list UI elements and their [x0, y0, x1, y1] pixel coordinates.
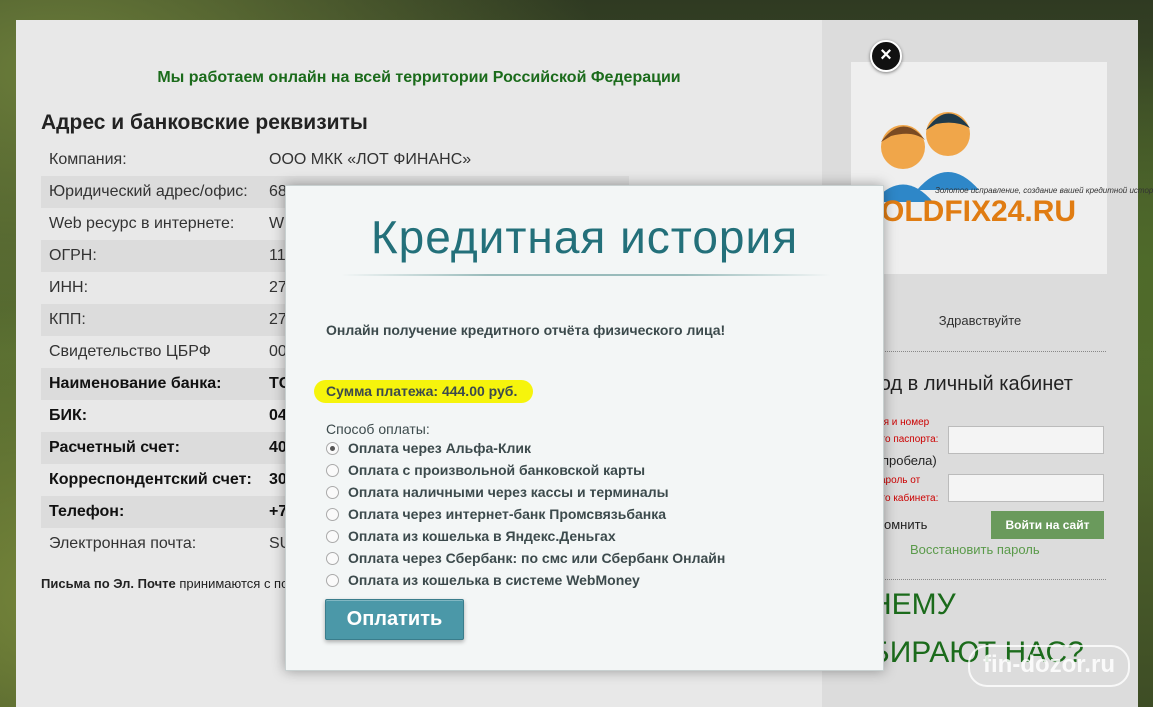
payment-options: Оплата через Альфа-Клик Оплата с произво… [326, 437, 725, 591]
tagline: Мы работаем онлайн на всей территории Ро… [157, 69, 681, 86]
password-input[interactable] [948, 474, 1104, 502]
radio-icon[interactable] [326, 485, 339, 499]
payment-option-psb[interactable]: Оплата через интернет-банк Промсвязьбанк… [326, 503, 725, 525]
radio-icon[interactable] [326, 463, 339, 477]
payment-method-label: Способ оплаты: [326, 421, 430, 437]
payment-modal: Кредитная история Онлайн получение креди… [285, 185, 884, 671]
payment-option-alfa[interactable]: Оплата через Альфа-Клик [326, 437, 725, 459]
payment-option-cash[interactable]: Оплата наличными через кассы и терминалы [326, 481, 725, 503]
option-label: Оплата через Сбербанк: по смс или Сберба… [348, 550, 726, 566]
row-key: Компания: [49, 151, 127, 168]
watermark: fin-dozor.ru [968, 645, 1130, 687]
title-divider [341, 274, 831, 276]
row-key: Расчетный счет: [49, 439, 180, 456]
email-note: Письма по Эл. Почте принимаются с по [41, 576, 288, 591]
divider [870, 351, 1106, 352]
pay-button[interactable]: Оплатить [325, 599, 464, 640]
logo-slogan: Золотое исправление, создание вашей кред… [935, 186, 1153, 195]
passport-label-2: ого паспорта: [876, 434, 939, 445]
row-key: Корреспондентский счет: [49, 471, 252, 488]
passport-hint: пробела) [882, 453, 937, 468]
option-label: Оплата через интернет-банк Промсвязьбанк… [348, 506, 667, 522]
site-logo[interactable]: Золотое исправление, создание вашей кред… [851, 62, 1153, 274]
option-label: Оплата с произвольной банковской карты [348, 462, 646, 478]
radio-icon[interactable] [326, 573, 339, 587]
section-title: Адрес и банковские реквизиты [41, 111, 368, 134]
row-key: Web ресурс в интернете: [49, 215, 235, 232]
option-label: Оплата из кошелька в Яндекс.Деньгах [348, 528, 616, 544]
note-text: принимаются с по [175, 576, 289, 591]
payment-option-sberbank[interactable]: Оплата через Сбербанк: по смс или Сберба… [326, 547, 725, 569]
note-bold: Письма по Эл. Почте [41, 576, 176, 591]
password-label-2: ого кабинета: [876, 493, 939, 504]
payment-sum: Сумма платежа: 444.00 руб. [314, 380, 534, 403]
row-key: Свидетельство ЦБРФ [49, 343, 211, 360]
table-row: Компания: ООО МКК «ЛОТ ФИНАНС» [41, 144, 629, 176]
radio-icon[interactable] [326, 507, 339, 521]
cabinet-title: ход в личный кабинет [870, 373, 1073, 395]
divider [870, 579, 1106, 580]
remember-checkbox-label[interactable]: омнить [884, 517, 927, 532]
row-key: БИК: [49, 407, 88, 424]
option-label: Оплата из кошелька в системе WebMoney [348, 572, 640, 588]
radio-icon[interactable] [326, 441, 339, 455]
row-key: ИНН: [49, 279, 89, 296]
logo-text: OLDFIX24.RU [881, 195, 1077, 228]
row-key: Юридический адрес/офис: [49, 183, 248, 200]
radio-icon[interactable] [326, 551, 339, 565]
row-key: КПП: [49, 311, 86, 328]
row-key: ОГРН: [49, 247, 97, 264]
modal-title: Кредитная история [370, 211, 799, 263]
people-icon [873, 112, 979, 202]
restore-password-link[interactable]: Восстановить пароль [910, 542, 1040, 557]
row-key: Наименование банка: [49, 375, 222, 392]
payment-option-webmoney[interactable]: Оплата из кошелька в системе WebMoney [326, 569, 725, 591]
radio-icon[interactable] [326, 529, 339, 543]
row-value: ООО МКК «ЛОТ ФИНАНС» [269, 151, 472, 168]
close-icon[interactable]: × [870, 40, 902, 72]
row-key: Электронная почта: [49, 535, 197, 552]
option-label: Оплата через Альфа-Клик [348, 440, 532, 456]
row-key: Телефон: [49, 503, 125, 520]
password-label: ароль от [880, 475, 921, 486]
passport-label: ия и номер [878, 417, 930, 428]
option-label: Оплата наличными через кассы и терминалы [348, 484, 669, 500]
login-button[interactable]: Войти на сайт [991, 511, 1104, 539]
passport-input[interactable] [948, 426, 1104, 454]
payment-option-card[interactable]: Оплата с произвольной банковской карты [326, 459, 725, 481]
payment-option-yandex[interactable]: Оплата из кошелька в Яндекс.Деньгах [326, 525, 725, 547]
modal-subtitle: Онлайн получение кредитного отчёта физич… [326, 322, 726, 338]
